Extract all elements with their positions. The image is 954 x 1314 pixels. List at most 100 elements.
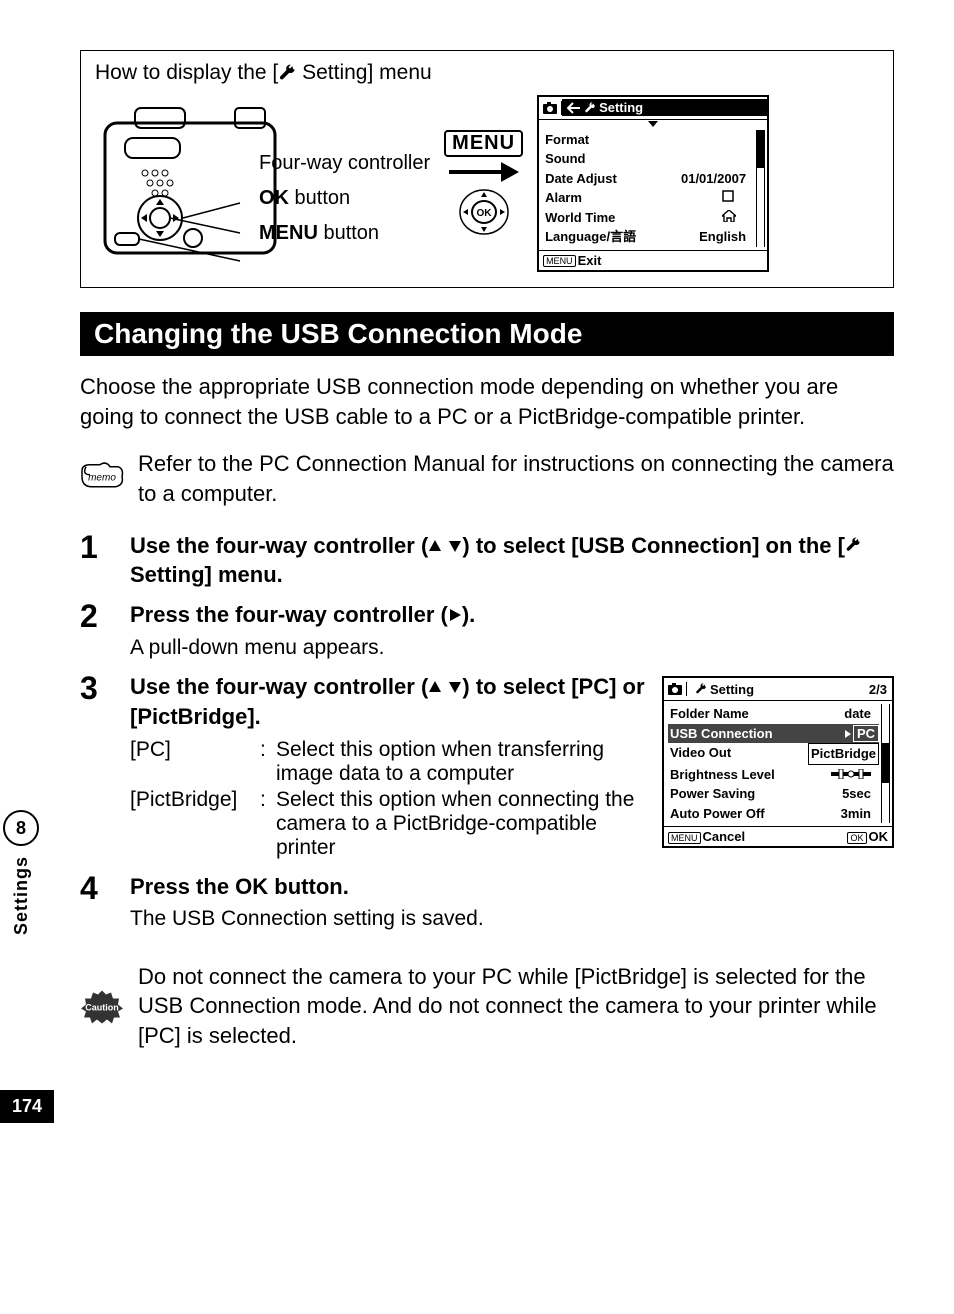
text: Press the bbox=[130, 874, 235, 899]
step-number: 3 bbox=[80, 672, 112, 861]
memo-icon: memo bbox=[80, 449, 124, 508]
memo-text: Refer to the PC Connection Manual for in… bbox=[138, 449, 894, 508]
option-key: [PictBridge] bbox=[130, 788, 260, 812]
menu-item: Sound bbox=[545, 149, 585, 169]
menu-value: 5sec bbox=[842, 784, 879, 804]
menu-item: Date Adjust bbox=[545, 169, 617, 189]
section-title: Changing the USB Connection Mode bbox=[80, 312, 894, 356]
step-number: 1 bbox=[80, 531, 112, 590]
text: Use the four-way controller ( bbox=[130, 674, 428, 699]
svg-text:OK: OK bbox=[476, 208, 492, 219]
footer-cancel: Cancel bbox=[703, 829, 746, 844]
step4-title: Press the OK button. bbox=[130, 872, 894, 902]
camera-illustration bbox=[95, 93, 285, 273]
intro-text: Choose the appropriate USB connection mo… bbox=[80, 372, 894, 431]
text: ). bbox=[462, 602, 475, 627]
howto-title-suffix: Setting] menu bbox=[296, 61, 431, 84]
down-triangle-icon bbox=[648, 121, 658, 127]
page-number: 174 bbox=[0, 1090, 54, 1123]
option-desc: Select this option when connecting the c… bbox=[276, 788, 646, 860]
menu-item: Alarm bbox=[545, 188, 582, 208]
camera-tab-icon bbox=[664, 682, 687, 696]
menu-value: date bbox=[844, 704, 879, 724]
down-triangle-icon bbox=[448, 680, 462, 694]
ok-label: OK bbox=[235, 874, 268, 899]
ok-mini-label: OK bbox=[847, 832, 866, 844]
ok-suffix: button bbox=[289, 187, 350, 209]
text: ) to select [USB Connection] on the [ bbox=[462, 533, 845, 558]
menu-value bbox=[746, 130, 754, 150]
menu-value: PictBridge bbox=[808, 743, 879, 765]
home-icon bbox=[722, 210, 736, 222]
ok-bold: OK bbox=[259, 187, 289, 209]
wrench-icon bbox=[695, 683, 707, 695]
camera-tab-icon bbox=[539, 101, 562, 115]
screen-page-indicator: 1/3 bbox=[744, 100, 762, 115]
option-desc: Select this option when transferring ima… bbox=[276, 738, 646, 786]
caution-text: Do not connect the camera to your PC whi… bbox=[138, 962, 894, 1051]
chapter-label: Settings bbox=[11, 856, 32, 935]
checkbox-icon bbox=[722, 190, 734, 202]
caution-icon: Caution bbox=[80, 962, 124, 1051]
text: Use the four-way controller ( bbox=[130, 533, 428, 558]
menu-value: English bbox=[699, 227, 754, 247]
up-triangle-icon bbox=[428, 680, 442, 694]
menu-item: Power Saving bbox=[670, 784, 755, 804]
menu-item: Video Out bbox=[670, 743, 731, 765]
menu-value: PC bbox=[853, 725, 879, 742]
step3-title: Use the four-way controller ( ) to selec… bbox=[130, 672, 646, 731]
wrench-icon bbox=[584, 102, 596, 114]
wrench-icon bbox=[278, 64, 296, 82]
up-triangle-icon bbox=[428, 539, 442, 553]
howto-title: How to display the [ Setting] menu bbox=[95, 61, 879, 85]
step2-title: Press the four-way controller (). bbox=[130, 600, 894, 630]
menu-item: World Time bbox=[545, 208, 615, 228]
down-triangle-icon bbox=[448, 539, 462, 553]
menu-value: 01/01/2007 bbox=[681, 169, 754, 189]
brightness-slider-icon bbox=[831, 765, 879, 785]
wrench-icon bbox=[845, 537, 861, 553]
howto-title-prefix: How to display the [ bbox=[95, 61, 278, 84]
menu-item: Folder Name bbox=[670, 704, 749, 724]
step2-sub: A pull-down menu appears. bbox=[130, 634, 894, 662]
step-number: 2 bbox=[80, 600, 112, 662]
option-key: [PC] bbox=[130, 738, 260, 762]
menu-item: Brightness Level bbox=[670, 765, 775, 785]
menu-item: Language/言語 bbox=[545, 227, 636, 247]
step4-sub: The USB Connection setting is saved. bbox=[130, 905, 894, 933]
menu-value: 3min bbox=[841, 804, 879, 824]
step1-title: Use the four-way controller ( ) to selec… bbox=[130, 531, 894, 590]
ok-controller-icon: OK bbox=[459, 187, 509, 237]
screen-page-indicator: 2/3 bbox=[869, 682, 887, 697]
arrow-right-icon bbox=[449, 167, 519, 177]
text: Setting] menu. bbox=[130, 562, 283, 587]
back-icon bbox=[567, 102, 581, 114]
setting-label: Setting bbox=[710, 682, 754, 697]
chapter-number: 8 bbox=[3, 810, 39, 846]
setting-label: Setting bbox=[599, 100, 643, 115]
menu-mini-label: MENU bbox=[668, 832, 701, 844]
menu-bold: MENU bbox=[259, 222, 318, 244]
svg-text:Caution: Caution bbox=[85, 1002, 119, 1012]
menu-suffix: button bbox=[318, 222, 379, 244]
side-tab: 8 Settings bbox=[0, 810, 42, 1030]
footer-exit: Exit bbox=[578, 253, 602, 268]
text: button. bbox=[268, 874, 349, 899]
menu-item-selected: USB Connection bbox=[670, 724, 773, 744]
svg-text:memo: memo bbox=[88, 473, 116, 484]
settings-screen-2: Setting 2/3 Folder Name date USB Connecti… bbox=[662, 676, 894, 848]
text: Press the four-way controller ( bbox=[130, 602, 448, 627]
menu-item: Auto Power Off bbox=[670, 804, 765, 824]
right-caret-icon bbox=[845, 730, 851, 738]
settings-screen-1: Setting 1/3 Format Sound Date Adjust 01/0… bbox=[537, 95, 769, 272]
right-triangle-icon bbox=[448, 608, 462, 622]
step-number: 4 bbox=[80, 872, 112, 934]
footer-ok: OK bbox=[869, 829, 889, 844]
menu-mini-label: MENU bbox=[543, 255, 576, 267]
howto-box: How to display the [ Setting] menu bbox=[80, 50, 894, 288]
label-fourway: Four-way controller bbox=[259, 152, 430, 175]
label-menu-button: MENU button bbox=[259, 222, 430, 245]
menu-button: MENU bbox=[444, 130, 523, 157]
label-ok-button: OK button bbox=[259, 187, 430, 210]
menu-item: Format bbox=[545, 130, 589, 150]
